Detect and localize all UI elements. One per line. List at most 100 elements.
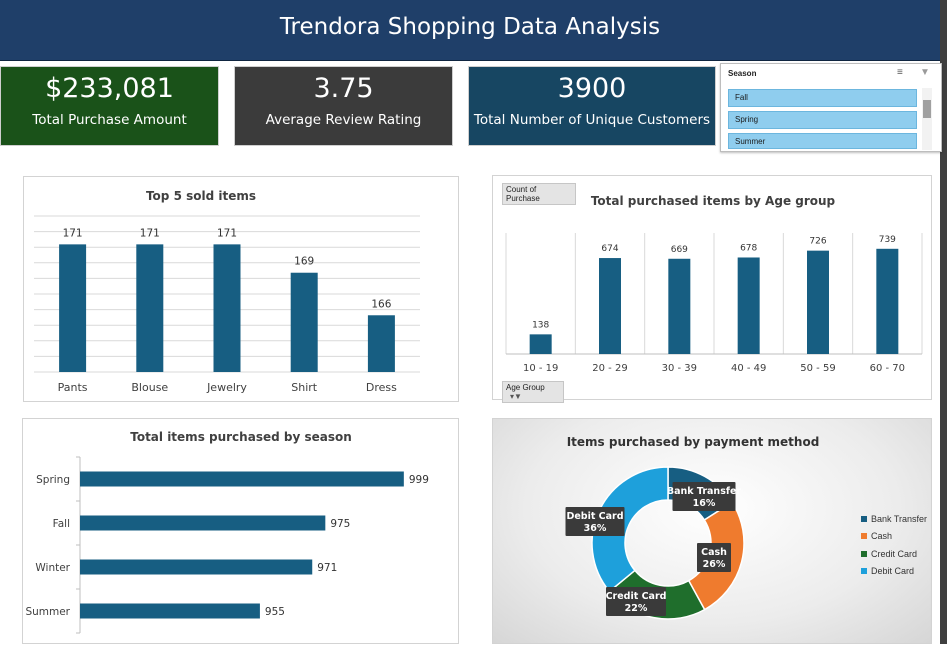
slice-label-percent: 16% <box>693 498 716 509</box>
tick-label: Winter <box>35 562 70 574</box>
data-label: 678 <box>740 243 757 253</box>
season-panel: Total items purchased by season 999 Sprin… <box>22 418 459 644</box>
bar <box>668 258 691 354</box>
tick-label: Dress <box>366 381 397 394</box>
legend-label: Credit Card <box>871 548 918 559</box>
age-group-chart: Total purchased items by Age group 138 10… <box>505 194 923 374</box>
chart-title: Top 5 sold items <box>146 189 256 203</box>
slice-label-name: Bank Transfer <box>667 486 742 497</box>
kpi-value: 3900 <box>557 73 627 104</box>
legend-swatch <box>861 515 867 522</box>
data-label: 166 <box>371 298 391 310</box>
bar <box>80 515 326 531</box>
bar <box>807 250 829 354</box>
data-label: 171 <box>63 227 83 239</box>
bar <box>213 244 241 372</box>
data-label: 669 <box>671 245 688 255</box>
data-label: 726 <box>809 237 826 247</box>
legend-label: Debit Card <box>871 566 915 577</box>
top-items-chart: Top 5 sold items 171 Pants 171 Blouse 171 Jew… <box>34 189 420 394</box>
legend-swatch <box>861 533 867 540</box>
data-label: 674 <box>601 244 618 254</box>
bar <box>80 603 260 619</box>
age-group-panel: Total purchased items by Age group 138 10… <box>492 175 932 403</box>
tick-label: 10 - 19 <box>523 363 558 374</box>
payment-legend: Bank Transfer Cash Credit Card Debit Card <box>861 510 927 580</box>
kpi-value: $233,081 <box>45 73 174 104</box>
legend-label: Cash <box>871 531 893 542</box>
kpi-total-purchase: $233,081 Total Purchase Amount <box>0 66 219 146</box>
data-label: 138 <box>532 320 549 330</box>
season-chart: Total items purchased by season 999 Sprin… <box>25 430 429 634</box>
top-items-panel: Top 5 sold items 171 Pants 171 Blouse 171 Jew… <box>23 176 459 402</box>
tick-label: Jewelry <box>206 381 247 394</box>
slice-label-name: Cash <box>701 547 727 558</box>
kpi-label: Total Number of Unique Customers <box>473 112 711 128</box>
tick-label: Shirt <box>291 381 318 394</box>
payment-panel: Items purchased by payment method Bank T… <box>492 418 932 644</box>
tick-label: Blouse <box>131 381 168 394</box>
data-label: 971 <box>317 562 337 574</box>
slice-label-name: Credit Card <box>606 591 667 602</box>
tick-label: 20 - 29 <box>592 363 627 374</box>
chart-title: Total purchased items by Age group <box>591 194 836 208</box>
slice-label-percent: 36% <box>584 523 607 534</box>
kpi-label: Average Review Rating <box>265 112 422 128</box>
chart-title: Total items purchased by season <box>130 430 352 444</box>
bar <box>80 559 313 575</box>
tick-label: 50 - 59 <box>800 363 835 374</box>
data-label: 171 <box>140 227 160 239</box>
legend-swatch <box>861 568 867 575</box>
legend-label: Bank Transfer <box>871 513 928 524</box>
legend-swatch <box>861 550 867 557</box>
tick-label: Pants <box>58 381 88 394</box>
chart-title: Items purchased by payment method <box>567 435 820 449</box>
season-slicer[interactable]: Season ≡ ▼ Fall Spring Summer <box>720 63 942 152</box>
bar <box>529 334 552 354</box>
data-label: 999 <box>409 474 429 486</box>
slicer-scrollbar[interactable] <box>922 88 932 150</box>
bar <box>80 471 404 487</box>
age-group-axis-button[interactable]: Age Group ▾▼ <box>502 381 564 403</box>
data-label: 739 <box>879 235 896 245</box>
bar <box>737 257 760 354</box>
legend-entry: Credit Card <box>861 545 927 563</box>
dashboard-title: Trendora Shopping Data Analysis <box>0 0 940 61</box>
slice-label-percent: 22% <box>625 603 648 614</box>
count-of-purchase-field-button[interactable]: Count of Purchase <box>502 183 576 205</box>
kpi-average-rating: 3.75 Average Review Rating <box>234 66 453 146</box>
kpi-value: 3.75 <box>313 73 374 104</box>
data-label: 975 <box>330 518 350 530</box>
multi-select-icon[interactable]: ≡ <box>897 67 903 78</box>
legend-entry: Bank Transfer <box>861 510 927 528</box>
tick-label: Summer <box>25 606 70 618</box>
data-label: 171 <box>217 227 237 239</box>
kpi-unique-customers: 3900 Total Number of Unique Customers <box>468 66 716 146</box>
slicer-scroll-thumb[interactable] <box>923 100 931 118</box>
slicer-item-spring[interactable]: Spring <box>728 111 917 129</box>
legend-entry: Cash <box>861 528 927 546</box>
bar <box>876 248 899 354</box>
tick-label: 30 - 39 <box>662 363 697 374</box>
slice-label-name: Debit Card <box>566 511 623 522</box>
tick-label: 40 - 49 <box>731 363 766 374</box>
slice-label-percent: 26% <box>703 559 726 570</box>
clear-filter-icon[interactable]: ▼ <box>920 67 930 78</box>
bar <box>290 272 318 372</box>
legend-entry: Debit Card <box>861 563 927 581</box>
slicer-title: Season <box>728 69 757 78</box>
filter-dropdown-icon[interactable]: ▾▼ <box>510 392 522 401</box>
bar <box>136 244 164 372</box>
age-group-axis-label: Age Group <box>506 383 545 392</box>
bar <box>59 244 87 372</box>
tick-label: Fall <box>53 518 70 530</box>
data-label: 955 <box>265 606 285 618</box>
bar <box>367 315 395 372</box>
slicer-item-summer[interactable]: Summer <box>728 133 917 149</box>
kpi-label: Total Purchase Amount <box>32 112 187 128</box>
tick-label: Spring <box>36 474 70 486</box>
tick-label: 60 - 70 <box>870 363 905 374</box>
slicer-item-fall[interactable]: Fall <box>728 89 917 107</box>
data-label: 169 <box>294 256 314 268</box>
bar <box>599 258 621 354</box>
